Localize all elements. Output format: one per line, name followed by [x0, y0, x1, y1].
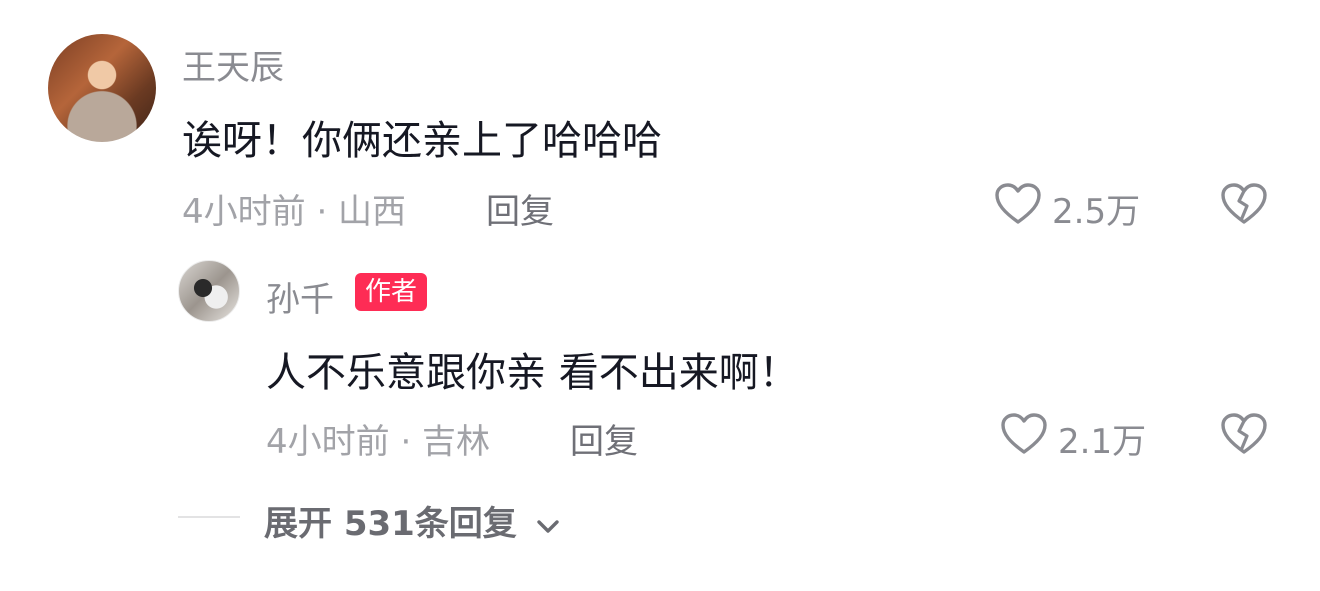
comment-meta: 4小时前 · 山西 — [182, 192, 407, 232]
reply-reply-button[interactable]: 回复 — [570, 414, 638, 463]
commenter-username[interactable]: 王天辰 — [182, 40, 284, 89]
heart-outline-icon[interactable] — [994, 182, 1042, 226]
broken-heart-icon[interactable] — [1220, 182, 1268, 226]
heart-outline-icon[interactable] — [1000, 412, 1048, 456]
expand-replies-label: 展开 531条回复 — [264, 504, 517, 544]
reply-like-count: 2.1万 — [1058, 422, 1147, 462]
expand-divider — [178, 516, 240, 518]
author-badge: 作者 — [355, 273, 428, 311]
reply-meta: 4小时前 · 吉林 — [266, 422, 491, 462]
comment-text: 诶呀！你俩还亲上了哈哈哈 — [182, 118, 662, 164]
replier-username[interactable]: 孙千 — [266, 272, 334, 321]
commenter-avatar[interactable] — [48, 34, 156, 142]
expand-replies-button[interactable]: 展开 531条回复 — [264, 496, 561, 545]
comment-reply-button[interactable]: 回复 — [486, 184, 554, 233]
reply-text: 人不乐意跟你亲 看不出来啊！ — [266, 350, 799, 396]
chevron-down-icon — [535, 517, 561, 535]
comment-like-count: 2.5万 — [1052, 192, 1141, 232]
replier-avatar[interactable] — [178, 260, 240, 322]
broken-heart-icon[interactable] — [1220, 412, 1268, 456]
